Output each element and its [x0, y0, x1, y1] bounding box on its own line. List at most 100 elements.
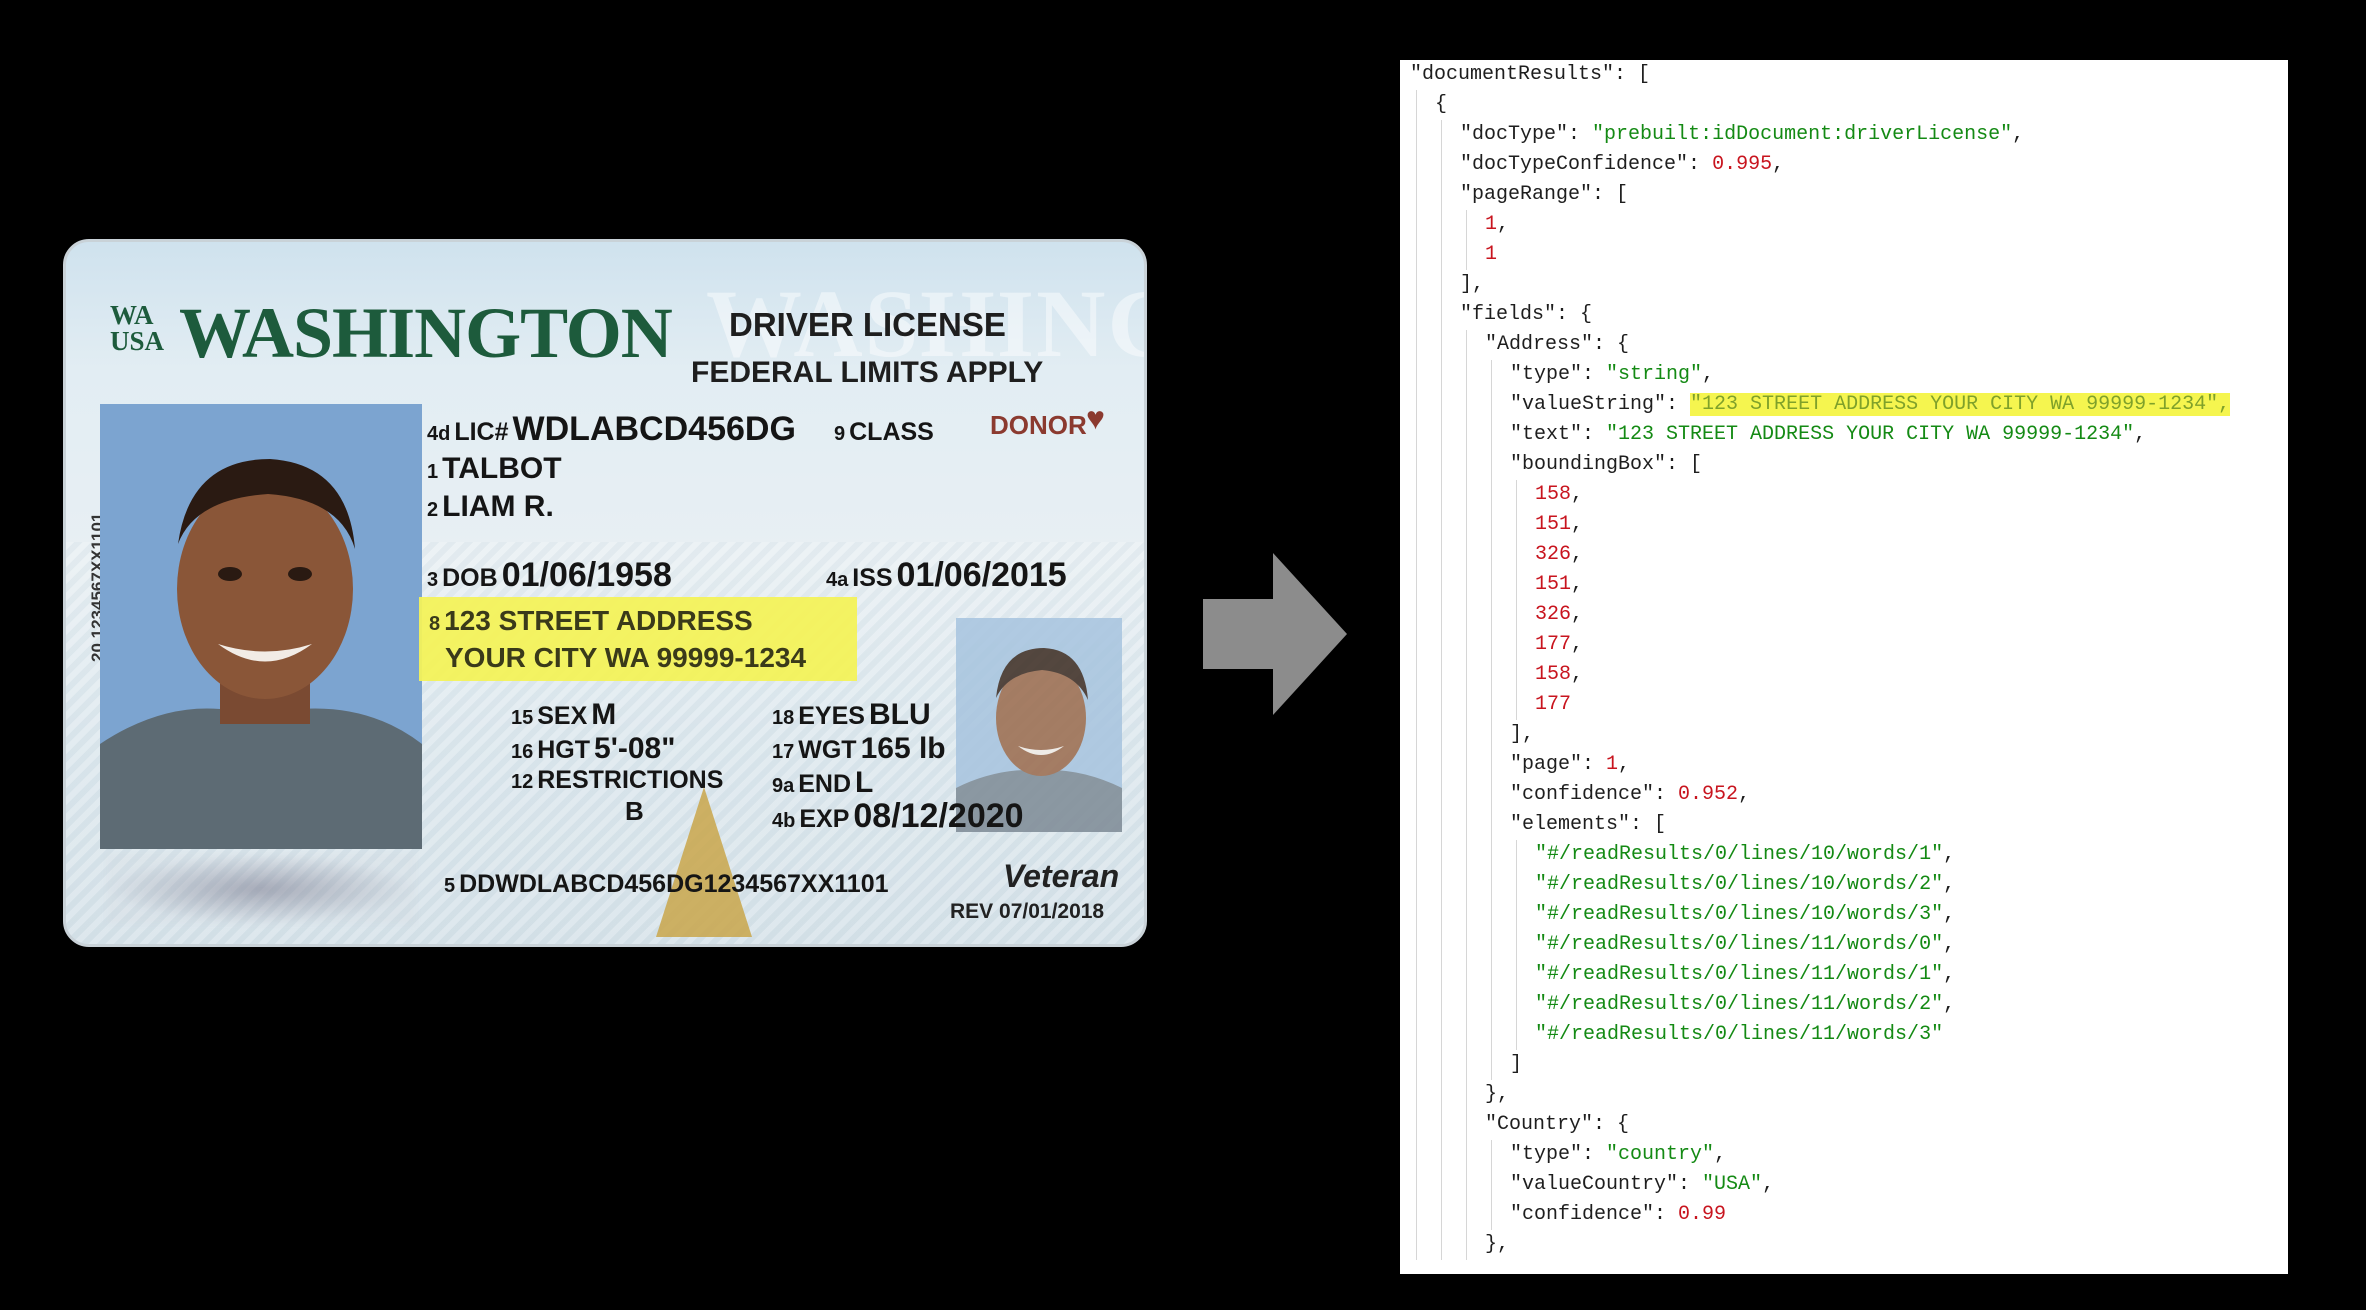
- json-line: "documentResults": [: [1410, 60, 1650, 90]
- dob-value: 01/06/1958: [501, 556, 672, 594]
- json-token: ,: [1571, 513, 1584, 536]
- class-index: 9: [834, 423, 846, 445]
- json-line: "#/readResults/0/lines/10/words/2",: [1535, 870, 1955, 900]
- json-token: "string": [1606, 363, 1703, 386]
- license-number-index: 4d: [427, 423, 451, 445]
- indent-guide: [1441, 120, 1442, 1260]
- json-line: "type": "string",: [1510, 360, 1714, 390]
- json-token: "Country": [1485, 1113, 1594, 1136]
- json-token: 177: [1535, 693, 1572, 716]
- json-token: {: [1435, 93, 1448, 116]
- license-number-value: WDLABCD456DG: [512, 410, 796, 448]
- json-line: "#/readResults/0/lines/11/words/2",: [1535, 990, 1955, 1020]
- json-token: "#/readResults/0/lines/11/words/1": [1535, 963, 1944, 986]
- last-name-index: 1: [427, 461, 439, 483]
- arrow-right-icon: [1203, 553, 1347, 715]
- json-token: "confidence": [1510, 1203, 1655, 1226]
- sex-field: 15 SEX M: [511, 698, 616, 732]
- json-line: 1,: [1485, 210, 1509, 240]
- json-token: "#/readResults/0/lines/11/words/2": [1535, 993, 1944, 1016]
- json-token: :: [1582, 423, 1607, 446]
- address-index: 8: [429, 613, 441, 635]
- last-name-field: 1 TALBOT: [427, 452, 562, 486]
- json-token: ,: [1571, 483, 1584, 506]
- json-token: "type": [1510, 363, 1583, 386]
- json-line: "#/readResults/0/lines/11/words/1",: [1535, 960, 1955, 990]
- indent-guide: [1491, 1140, 1492, 1230]
- json-token: : [: [1630, 813, 1667, 836]
- json-output-panel: "documentResults": [ { "docType": "prebuil…: [1400, 60, 2288, 1274]
- issue-date-label: ISS: [852, 564, 893, 592]
- document-title: DRIVER LICENSE: [729, 306, 1006, 343]
- license-number-label: LIC#: [454, 418, 509, 446]
- json-token: "confidence": [1510, 783, 1655, 806]
- json-token: "USA": [1702, 1173, 1763, 1196]
- json-line: "page": 1,: [1510, 750, 1630, 780]
- json-token: :: [1654, 1203, 1679, 1226]
- json-token: : {: [1556, 303, 1593, 326]
- eyes-index: 18: [772, 707, 795, 729]
- weight-value: 165 lb: [860, 732, 946, 765]
- json-line: "docType": "prebuilt:idDocument:driverLi…: [1460, 120, 2024, 150]
- json-line: "#/readResults/0/lines/10/words/1",: [1535, 840, 1955, 870]
- json-token: "#/readResults/0/lines/10/words/3": [1535, 903, 1944, 926]
- json-token: ,: [1714, 1143, 1727, 1166]
- issue-date-index: 4a: [826, 569, 849, 591]
- json-token: :: [1568, 123, 1593, 146]
- json-token: ,: [1571, 633, 1584, 656]
- json-token: 151: [1535, 573, 1572, 596]
- restrictions-value: B: [625, 796, 644, 826]
- json-token: "123 STREET ADDRESS YOUR CITY WA 99999-1…: [1690, 393, 2231, 416]
- json-token: "boundingBox": [1510, 453, 1667, 476]
- sex-value: M: [591, 698, 617, 731]
- json-token: ,: [1943, 843, 1956, 866]
- state-code: WA USA: [110, 302, 164, 355]
- json-token: "123 STREET ADDRESS YOUR CITY WA 99999-1…: [1606, 423, 2135, 446]
- weight-label: WGT: [798, 736, 857, 764]
- first-name-value: LIAM R.: [442, 490, 554, 523]
- expiration-label: EXP: [799, 805, 850, 833]
- json-token: "docType": [1460, 123, 1569, 146]
- json-token: 326: [1535, 603, 1572, 626]
- json-token: ,: [2134, 423, 2147, 446]
- driver-license-card: WASHINGTON WA USA WASHINGTON DRIVER LICE…: [63, 239, 1147, 947]
- height-value: 5'-08": [594, 732, 676, 765]
- json-line: 177: [1535, 690, 1571, 720]
- json-token: :: [1582, 753, 1607, 776]
- json-line: "Country": {: [1485, 1110, 1629, 1140]
- address-line-2: YOUR CITY WA 99999-1234: [445, 642, 807, 673]
- expiration-value: 08/12/2020: [853, 797, 1024, 835]
- json-line: },: [1485, 1080, 1509, 1110]
- json-token: "#/readResults/0/lines/10/words/1": [1535, 843, 1944, 866]
- first-name-index: 2: [427, 499, 439, 521]
- json-token: : {: [1593, 333, 1630, 356]
- address-line-1: 123 STREET ADDRESS: [444, 605, 753, 636]
- json-token: : {: [1593, 1113, 1630, 1136]
- sex-label: SEX: [537, 702, 588, 730]
- restrictions-index: 12: [511, 771, 534, 793]
- json-token: ,: [1762, 1173, 1775, 1196]
- json-token: 177: [1535, 633, 1572, 656]
- last-name-value: TALBOT: [442, 452, 562, 485]
- json-line: 151,: [1535, 570, 1583, 600]
- json-token: "country": [1606, 1143, 1715, 1166]
- indent-guide: [1516, 840, 1517, 1050]
- json-token: "Address": [1485, 333, 1594, 356]
- json-token: ,: [1571, 663, 1584, 686]
- indent-guide: [1416, 90, 1417, 1260]
- json-line: 151,: [1535, 510, 1583, 540]
- json-token: 1: [1485, 243, 1498, 266]
- issue-date-value: 01/06/2015: [896, 556, 1067, 594]
- json-token: :: [1582, 363, 1607, 386]
- endorsements-field: 9a END L: [772, 766, 873, 800]
- json-token: "#/readResults/0/lines/11/words/0": [1535, 933, 1944, 956]
- json-line: "#/readResults/0/lines/11/words/3": [1535, 1020, 1943, 1050]
- json-token: "valueString": [1510, 393, 1667, 416]
- restrictions-value-field: B: [625, 796, 644, 827]
- json-token: 151: [1535, 513, 1572, 536]
- json-line: 1: [1485, 240, 1497, 270]
- class-field: 9 CLASS: [834, 418, 938, 447]
- heart-icon: ♥: [1086, 400, 1105, 436]
- height-field: 16 HGT 5'-08": [511, 732, 675, 766]
- json-token: 0.99: [1678, 1203, 1727, 1226]
